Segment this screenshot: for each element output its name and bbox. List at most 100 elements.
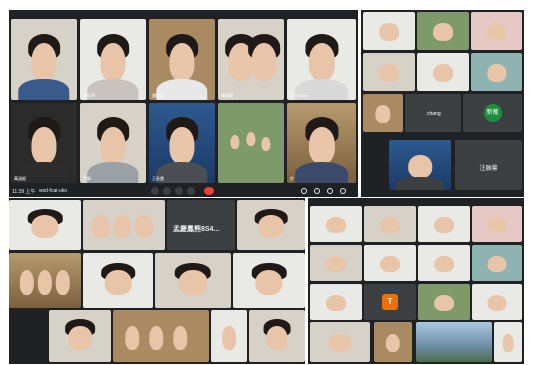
participant-name: 萬涵妮	[14, 176, 26, 181]
participant-tile[interactable]	[155, 253, 231, 308]
participant-tile[interactable]	[363, 12, 415, 50]
participant-tile[interactable]	[472, 206, 522, 242]
participant-tile[interactable]	[363, 53, 415, 91]
participant-tile[interactable]	[310, 206, 362, 242]
participant-body	[18, 78, 70, 100]
participant-face	[31, 127, 57, 164]
people-icon[interactable]	[314, 188, 320, 194]
meeting-time: 11:39 上午	[12, 189, 36, 195]
participant-face	[328, 334, 352, 353]
participant-tile[interactable]	[374, 322, 412, 362]
participant-face	[173, 325, 187, 350]
participant-tile[interactable]	[472, 245, 522, 281]
participant-body	[294, 162, 349, 183]
participant-tile[interactable]	[113, 310, 209, 362]
participant-tile[interactable]: 洪欣妤	[80, 19, 146, 100]
participant-tile[interactable]: 王彩霞	[149, 103, 215, 183]
participant-face	[266, 325, 288, 350]
participant-face	[487, 216, 507, 234]
participant-face	[326, 216, 346, 234]
participant-avatar: T	[382, 294, 398, 310]
participant-name: 許寧	[83, 176, 91, 181]
participant-face	[251, 43, 277, 81]
participant-face	[326, 255, 346, 273]
participant-tile[interactable]	[310, 284, 362, 320]
participant-face	[19, 269, 35, 295]
participant-tile[interactable]	[83, 253, 153, 308]
participant-tile[interactable]	[363, 94, 403, 132]
participant-face	[55, 269, 71, 295]
participant-avatar: 新葡	[483, 104, 502, 122]
participant-face	[502, 334, 514, 353]
participant-tile[interactable]	[418, 245, 470, 281]
participant-tile[interactable]	[9, 253, 81, 308]
participant-tile[interactable]	[310, 245, 362, 281]
participant-tile[interactable]	[417, 12, 469, 50]
participant-face	[379, 64, 399, 82]
participant-name: 注願馨	[479, 165, 498, 172]
participant-tile[interactable]	[249, 310, 305, 362]
participant-face	[113, 215, 132, 238]
participant-tile[interactable]	[211, 310, 247, 362]
participant-tile[interactable]	[310, 322, 370, 362]
participant-tile[interactable]	[472, 284, 522, 320]
participant-tile[interactable]: 注願馨	[455, 140, 522, 190]
participant-face	[258, 215, 284, 238]
participant-tile[interactable]: 許寧	[80, 103, 146, 183]
presentation-text: 孟慶鳳熊8S4...	[173, 226, 220, 233]
participant-face	[169, 127, 195, 164]
participant-face	[326, 294, 346, 312]
chat-icon[interactable]	[327, 188, 333, 194]
participant-tile[interactable]	[471, 53, 522, 91]
participant-tile[interactable]: chang	[405, 94, 461, 132]
participant-face	[169, 43, 195, 81]
more-options-icon[interactable]	[187, 187, 195, 195]
activities-icon[interactable]	[340, 188, 346, 194]
participant-tile[interactable]	[237, 200, 305, 250]
participant-tile[interactable]	[416, 322, 492, 362]
participant-tile[interactable]	[9, 200, 81, 250]
participant-tile[interactable]: Lin Chang	[287, 19, 356, 100]
participant-face	[222, 325, 236, 350]
participant-tile[interactable]	[49, 310, 111, 362]
participant-tile[interactable]	[218, 103, 284, 183]
meet-grid-top-right: chang 新葡 注願馨	[361, 10, 524, 197]
present-screen-icon[interactable]	[175, 187, 183, 195]
participant-tile[interactable]	[11, 19, 77, 100]
participant-name: 王彩霞	[152, 176, 164, 181]
participant-face	[408, 155, 432, 178]
participant-tile[interactable]: 陳昭穎	[218, 19, 284, 100]
participant-face	[434, 294, 454, 312]
participant-face	[379, 23, 399, 41]
participant-tile[interactable]	[418, 284, 470, 320]
presentation-tile[interactable]: 孟慶鳳熊8S4...	[167, 200, 235, 250]
participant-face	[385, 334, 401, 353]
participant-tile[interactable]	[471, 12, 522, 50]
participant-tile[interactable]	[364, 206, 416, 242]
participant-tile[interactable]: 於	[287, 103, 356, 183]
participant-face	[380, 255, 400, 273]
participant-tile[interactable]	[389, 140, 451, 190]
meeting-control-bar: 11:39 上午 wsd-fcai-uko	[9, 185, 358, 197]
participant-name: 陳昭穎	[221, 93, 233, 98]
participant-tile[interactable]: 新葡	[463, 94, 522, 132]
end-call-icon[interactable]	[204, 187, 214, 195]
microphone-icon[interactable]	[151, 187, 159, 195]
participant-tile[interactable]: 盧欣恩	[149, 19, 215, 100]
participant-face	[487, 255, 507, 273]
participant-tile[interactable]	[494, 322, 522, 362]
participant-face	[486, 23, 507, 41]
participant-face	[31, 215, 59, 238]
participant-face	[92, 215, 111, 238]
participant-tile[interactable]	[83, 200, 165, 250]
participant-tile[interactable]	[233, 253, 305, 308]
info-icon[interactable]	[301, 188, 307, 194]
camera-icon[interactable]	[163, 187, 171, 195]
participant-tile[interactable]	[417, 53, 469, 91]
participant-tile[interactable]: 萬涵妮	[11, 103, 77, 183]
participant-face	[434, 255, 454, 273]
participant-face	[308, 43, 335, 81]
participant-tile[interactable]	[364, 245, 416, 281]
participant-tile[interactable]	[418, 206, 470, 242]
participant-tile[interactable]: T	[364, 284, 416, 320]
